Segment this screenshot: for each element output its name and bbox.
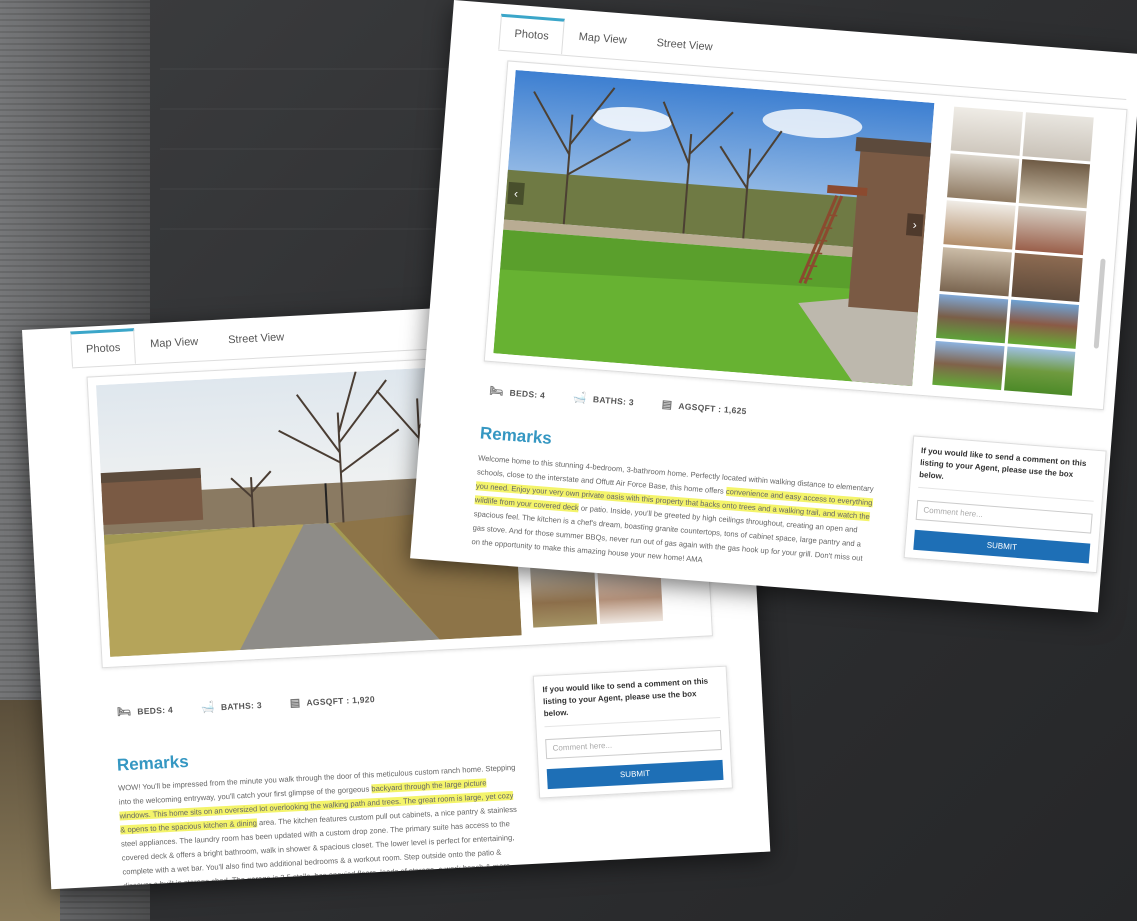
- photo-thumbnails: [932, 106, 1094, 396]
- thumbnail[interactable]: [1014, 205, 1087, 256]
- remarks-text-part2: area. The kitchen features custom pull o…: [120, 804, 518, 890]
- submit-button[interactable]: SUBMIT: [546, 759, 724, 790]
- tab-map-view[interactable]: Map View: [562, 19, 643, 61]
- remarks-text: WOW! You'll be impressed from the minute…: [118, 761, 524, 890]
- main-photo[interactable]: [493, 70, 935, 387]
- listing-card-front: Photos Map View Street View ‹ › 🛏 BEDS: …: [410, 0, 1137, 613]
- photo-gallery: ‹ ›: [483, 60, 1128, 411]
- thumbnail[interactable]: [1018, 159, 1091, 209]
- tab-photos[interactable]: Photos: [498, 13, 566, 55]
- comment-input[interactable]: Comment here...: [915, 499, 1093, 534]
- thumbnail[interactable]: [950, 106, 1023, 156]
- baths-label: BATHS: 3: [592, 393, 635, 407]
- comment-input[interactable]: Comment here...: [545, 729, 722, 760]
- comment-prompt: If you would like to send a comment on t…: [542, 675, 721, 728]
- tab-map-view[interactable]: Map View: [134, 324, 214, 364]
- thumbnail-scrollbar[interactable]: [1093, 258, 1106, 349]
- remarks-text: Welcome home to this stunning 4-bedroom,…: [471, 451, 877, 580]
- thumbnail[interactable]: [530, 564, 597, 628]
- area-icon: ▤: [289, 696, 301, 710]
- thumbnail[interactable]: [939, 247, 1012, 297]
- beds-label: BEDS: 4: [137, 704, 174, 716]
- listing-tabs: Photos Map View Street View: [70, 320, 300, 368]
- bath-icon: 🛁: [572, 391, 588, 405]
- listing-stats: 🛏 BEDS: 4 🛁 BATHS: 3 ▤ AGSQFT : 1,625: [489, 384, 747, 417]
- bed-icon: 🛏: [116, 705, 132, 719]
- sqft-stat: ▤ AGSQFT : 1,625: [661, 398, 747, 418]
- thumbnail[interactable]: [935, 293, 1008, 344]
- comment-panel: If you would like to send a comment on t…: [532, 665, 733, 799]
- thumbnail[interactable]: [1007, 299, 1079, 349]
- comment-panel: If you would like to send a comment on t…: [903, 435, 1107, 574]
- comment-prompt: If you would like to send a comment on t…: [918, 445, 1097, 502]
- thumbnail[interactable]: [943, 200, 1016, 250]
- beds-stat: 🛏 BEDS: 4: [116, 703, 174, 719]
- sqft-stat: ▤ AGSQFT : 1,920: [289, 692, 376, 710]
- thumbnail[interactable]: [1003, 346, 1076, 396]
- tab-street-view[interactable]: Street View: [212, 320, 300, 360]
- beds-label: BEDS: 4: [509, 387, 546, 400]
- baths-label: BATHS: 3: [220, 699, 263, 712]
- thumbnail[interactable]: [947, 153, 1019, 203]
- remarks-heading: Remarks: [116, 751, 190, 775]
- bed-icon: 🛏: [488, 385, 505, 399]
- beds-stat: 🛏 BEDS: 4: [489, 384, 546, 401]
- listing-stats: 🛏 BEDS: 4 🛁 BATHS: 3 ▤ AGSQFT : 1,920: [116, 692, 376, 719]
- thumbnail[interactable]: [1010, 252, 1083, 302]
- bath-icon: 🛁: [200, 701, 216, 715]
- next-photo-button[interactable]: ›: [905, 213, 924, 237]
- area-icon: ▤: [661, 398, 673, 412]
- baths-stat: 🛁 BATHS: 3: [201, 698, 263, 714]
- tab-photos[interactable]: Photos: [70, 328, 137, 368]
- sqft-label: AGSQFT : 1,920: [306, 693, 376, 708]
- thumbnail[interactable]: [932, 340, 1005, 391]
- remarks-heading: Remarks: [479, 423, 553, 448]
- submit-button[interactable]: SUBMIT: [913, 529, 1091, 564]
- prev-photo-button[interactable]: ‹: [507, 181, 525, 206]
- thumbnail[interactable]: [1022, 112, 1094, 162]
- baths-stat: 🛁 BATHS: 3: [573, 391, 635, 409]
- background-bricks: [160, 60, 460, 230]
- sqft-label: AGSQFT : 1,625: [678, 400, 748, 416]
